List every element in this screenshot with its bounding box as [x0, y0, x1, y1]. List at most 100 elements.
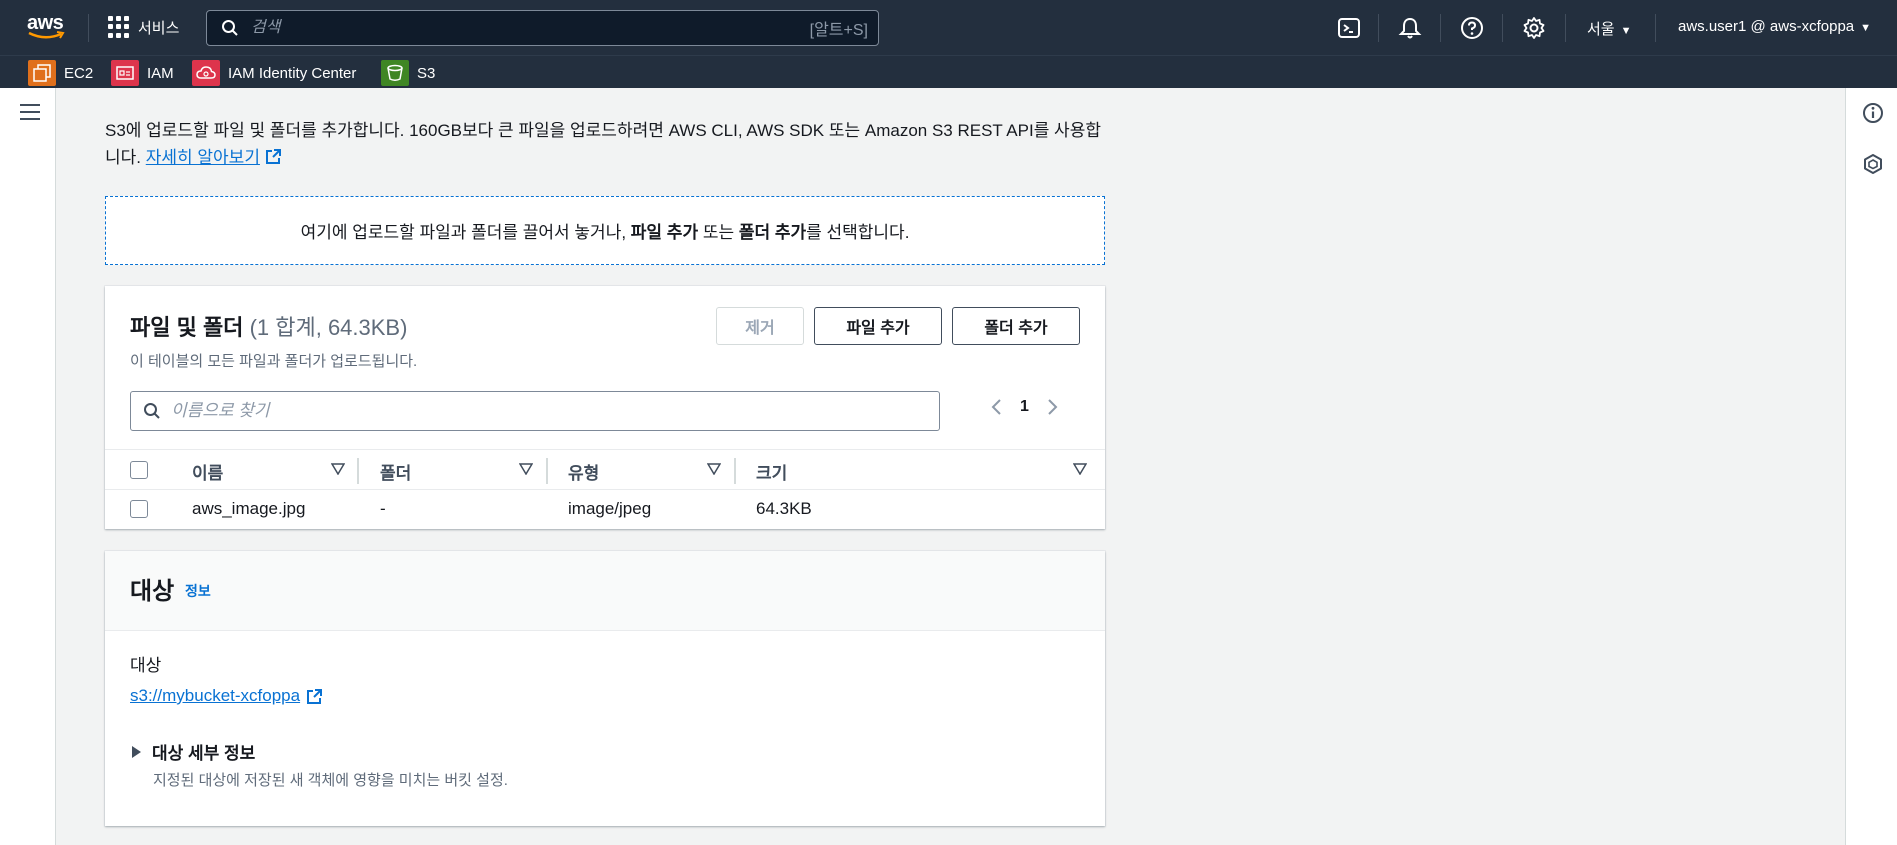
- column-resizer[interactable]: [357, 458, 359, 484]
- external-link-icon: [265, 149, 281, 164]
- search-shortcut-hint: [알트+S]: [809, 22, 868, 39]
- learn-more-label: 자세히 알아보기: [145, 148, 260, 167]
- cell-file-name: aws_image.jpg: [192, 499, 306, 518]
- select-all-checkbox[interactable]: [130, 461, 148, 479]
- account-label: aws.user1 @ aws-xcfoppa: [1678, 18, 1855, 35]
- nav-divider: [1565, 14, 1566, 42]
- hamburger-menu-icon[interactable]: [20, 104, 40, 120]
- favorite-label: S3: [417, 64, 436, 82]
- find-by-name-input[interactable]: [171, 401, 939, 421]
- cell-size: 64.3KB: [756, 499, 812, 518]
- column-header-folder[interactable]: 폴더: [380, 459, 411, 484]
- sort-caret-icon[interactable]: [1073, 463, 1087, 475]
- amazon-q-icon[interactable]: [1862, 153, 1884, 175]
- destination-panel: 대상 정보 대상 s3://mybucket-xcfoppa 대상 세부 정보 …: [105, 551, 1105, 826]
- destination-title: 대상: [130, 578, 175, 605]
- dropzone-text: 를 선택합니다.: [806, 223, 910, 242]
- table-row: aws_image.jpg - image/jpeg 64.3KB: [105, 490, 1105, 529]
- notifications-bell-icon[interactable]: [1398, 16, 1422, 40]
- file-dropzone[interactable]: 여기에 업로드할 파일과 폴더를 끌어서 놓거나, 파일 추가 또는 폴더 추가…: [105, 196, 1105, 265]
- favorite-label: IAM: [147, 64, 174, 82]
- column-resizer[interactable]: [734, 458, 736, 484]
- caret-down-icon: ▼: [1860, 22, 1872, 34]
- identity-center-service-icon: [192, 60, 220, 86]
- chevron-left-icon[interactable]: [990, 398, 1002, 416]
- destination-info-link[interactable]: 정보: [185, 581, 211, 601]
- info-panel-icon[interactable]: [1862, 102, 1884, 124]
- destination-panel-header: 대상 정보: [105, 551, 1105, 631]
- top-navigation: aws 서비스 [알트+S]: [0, 0, 1897, 55]
- row-select-checkbox[interactable]: [130, 500, 148, 518]
- find-by-name-field[interactable]: [130, 391, 940, 431]
- destination-bucket-link[interactable]: s3://mybucket-xcfoppa: [130, 686, 323, 706]
- sort-caret-icon[interactable]: [707, 463, 721, 475]
- column-resizer[interactable]: [546, 458, 548, 484]
- settings-gear-icon[interactable]: [1522, 16, 1546, 40]
- files-panel-description: 이 테이블의 모든 파일과 폴더가 업로드됩니다.: [130, 353, 418, 370]
- region-selector[interactable]: 서울 ▼: [1587, 18, 1632, 39]
- external-link-icon: [307, 688, 323, 704]
- sort-caret-icon[interactable]: [519, 463, 533, 475]
- cloudshell-icon[interactable]: [1337, 16, 1361, 40]
- pagination: 1: [990, 398, 1059, 416]
- destination-details-title: 대상 세부 정보: [152, 744, 256, 763]
- nav-divider: [1440, 14, 1441, 42]
- nav-divider: [1378, 14, 1379, 42]
- add-folder-button[interactable]: 폴더 추가: [952, 307, 1080, 345]
- help-icon[interactable]: [1460, 16, 1484, 40]
- services-menu-button[interactable]: 서비스: [108, 16, 179, 38]
- global-search[interactable]: [알트+S]: [206, 10, 879, 46]
- aws-logo[interactable]: aws: [27, 13, 67, 43]
- services-label: 서비스: [138, 19, 180, 37]
- search-icon: [222, 20, 238, 36]
- global-search-input[interactable]: [251, 19, 810, 37]
- column-header-size[interactable]: 크기: [756, 459, 787, 484]
- favorite-label: IAM Identity Center: [228, 64, 357, 82]
- aws-smile-icon: [28, 31, 65, 39]
- favorite-label: EC2: [64, 64, 94, 82]
- caret-right-icon: [132, 745, 141, 758]
- destination-details-expander[interactable]: 대상 세부 정보: [130, 739, 255, 764]
- files-title-text: 파일 및 폴더: [130, 315, 244, 340]
- column-header-type[interactable]: 유형: [568, 459, 599, 484]
- destination-details-description: 지정된 대상에 저장된 새 객체에 영향을 미치는 버킷 설정.: [153, 772, 508, 789]
- search-icon: [144, 403, 160, 419]
- right-tools-rail: [1845, 88, 1897, 845]
- current-page-number[interactable]: 1: [1020, 398, 1029, 416]
- learn-more-link[interactable]: 자세히 알아보기: [146, 148, 260, 167]
- files-and-folders-panel: 파일 및 폴더 (1 합계, 64.3KB) 이 테이블의 모든 파일과 폴더가…: [105, 286, 1105, 529]
- region-label: 서울: [1587, 21, 1615, 38]
- upload-intro-text: S3에 업로드할 파일 및 폴더를 추가합니다. 160GB보다 큰 파일을 업…: [105, 117, 1115, 171]
- destination-label: 대상: [130, 656, 162, 675]
- caret-down-icon: ▼: [1620, 25, 1632, 37]
- nav-divider: [1655, 14, 1656, 42]
- s3-bucket-icon: [381, 60, 409, 86]
- sort-caret-icon[interactable]: [331, 463, 345, 475]
- favorites-bar: EC2 IAM IAM Identity Center S3: [0, 55, 1897, 88]
- dropzone-add-folder-text: 폴더 추가: [738, 223, 807, 242]
- dropzone-add-files-text: 파일 추가: [630, 223, 699, 242]
- ec2-service-icon: [28, 60, 56, 86]
- left-navigation-rail: [0, 88, 56, 845]
- cell-folder: -: [380, 499, 386, 518]
- dropzone-text: 여기에 업로드할 파일과 폴더를 끌어서 놓거나,: [300, 223, 631, 242]
- nav-divider: [88, 14, 89, 42]
- chevron-right-icon[interactable]: [1047, 398, 1059, 416]
- iam-service-icon: [111, 60, 139, 86]
- account-menu[interactable]: aws.user1 @ aws-xcfoppa ▼: [1678, 18, 1871, 35]
- nav-divider: [1502, 14, 1503, 42]
- favorite-ec2[interactable]: EC2: [28, 60, 93, 86]
- add-files-button[interactable]: 파일 추가: [814, 307, 942, 345]
- dropzone-text: 또는: [698, 223, 739, 242]
- aws-logo-text: aws: [27, 12, 64, 34]
- column-header-name[interactable]: 이름: [192, 459, 223, 484]
- apps-grid-icon: [108, 16, 130, 38]
- table-header: 이름 폴더 유형 크기: [105, 449, 1105, 490]
- cell-type: image/jpeg: [568, 499, 652, 518]
- files-panel-title: 파일 및 폴더 (1 합계, 64.3KB): [130, 310, 407, 342]
- favorite-iam-identity-center[interactable]: IAM Identity Center: [192, 60, 356, 86]
- favorite-iam[interactable]: IAM: [111, 60, 174, 86]
- remove-button[interactable]: 제거: [716, 307, 804, 345]
- favorite-s3[interactable]: S3: [381, 60, 435, 86]
- destination-uri: s3://mybucket-xcfoppa: [130, 686, 301, 705]
